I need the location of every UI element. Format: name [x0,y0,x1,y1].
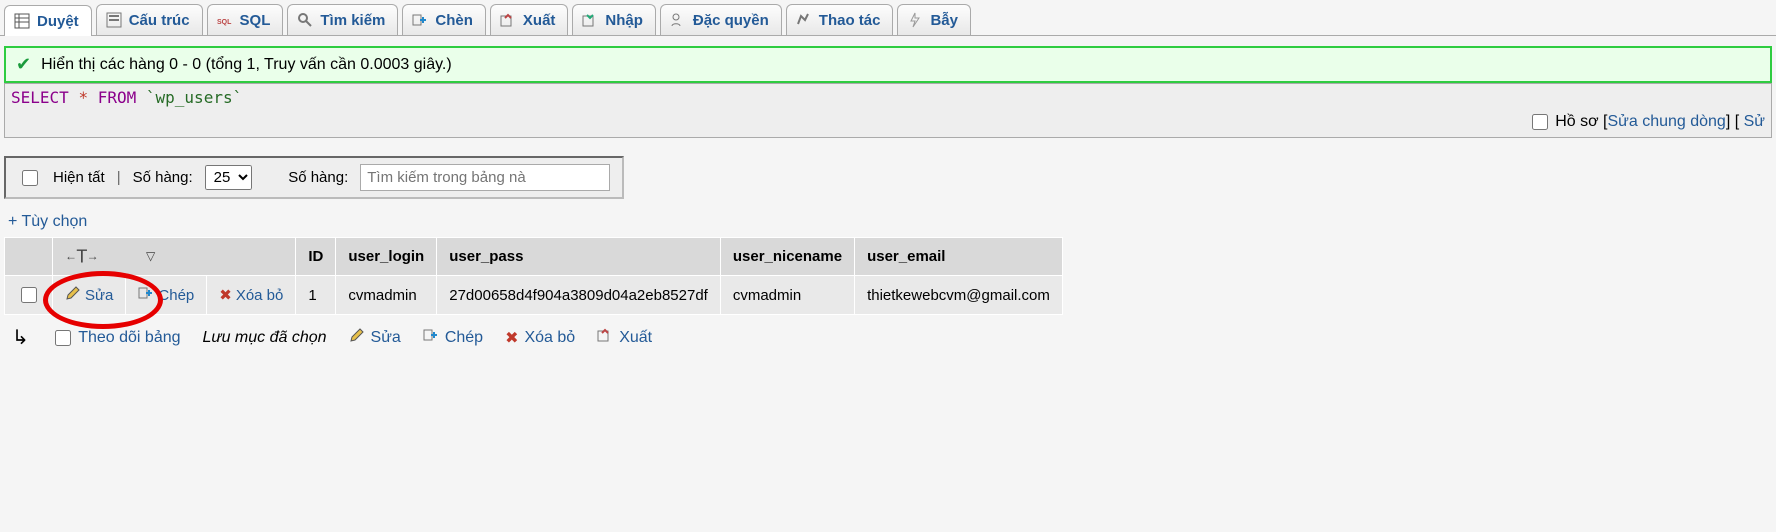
check-all-arrow-icon: ↳ [12,325,29,350]
check-all-label[interactable]: Theo dõi bảng [51,327,181,349]
tab-label: Xuất [523,12,556,29]
pencil-icon [65,285,81,305]
check-all-checkbox[interactable] [55,330,71,346]
col-id[interactable]: ID [296,238,336,276]
edit-inline-link[interactable]: Sửa chung dòng [1607,113,1725,130]
cell-user-pass: 27d00658d4f904a3809d04a2eb8527df [437,276,721,315]
footer-export-link[interactable]: Xuất [597,327,652,348]
rows-select[interactable]: 25 [205,165,252,190]
tab-label: SQL [240,12,271,29]
insert-icon [138,285,154,305]
table-icon [13,12,31,30]
tab-label: Tìm kiếm [320,12,385,29]
sort-arrows-icon[interactable]: ← T → ▽ [65,249,153,263]
insert-icon [423,327,439,348]
col-user-email[interactable]: user_email [855,238,1063,276]
col-user-login[interactable]: user_login [336,238,437,276]
table-row: Sửa Chép ✖ Xóa bỏ 1 cvmadmin 27d00658d4f… [5,276,1063,315]
triggers-icon [906,11,924,29]
show-all-label: Hiện tất [53,169,105,186]
cell-user-email: thietkewebcvm@gmail.com [855,276,1063,315]
cell-user-login: cvmadmin [336,276,437,315]
footer-actions: ↳ Theo dõi bảng Lưu mục đã chọn Sửa Chép… [12,325,1772,350]
tab-search[interactable]: Tìm kiếm [287,4,398,35]
tab-label: Bẫy [930,12,958,29]
pencil-icon [349,327,365,348]
edit-more-link[interactable]: Sử [1744,113,1765,130]
tab-export[interactable]: Xuất [490,4,569,35]
options-link[interactable]: + Tùy chọn [8,213,87,231]
sql-query-text: SELECT * FROM `wp_users` [11,88,1765,107]
toolbar-separator: | [117,169,121,186]
insert-icon [411,11,429,29]
footer-edit-link[interactable]: Sửa [349,327,401,348]
row-checkbox[interactable] [21,287,37,303]
rows-label: Số hàng: [133,169,193,186]
tab-structure[interactable]: Cấu trúc [96,4,203,35]
table-header-row: ← T → ▽ ID user_login user_pass user_nic… [5,238,1063,276]
privileges-icon [669,11,687,29]
tab-sql[interactable]: SQL SQL [207,4,284,35]
delete-icon: ✖ [219,286,232,304]
profile-label: Hồ sơ [1555,113,1598,130]
row-delete-link[interactable]: ✖ Xóa bỏ [219,286,283,304]
results-table: ← T → ▽ ID user_login user_pass user_nic… [4,237,1063,315]
tab-import[interactable]: Nhập [572,4,656,35]
tab-insert[interactable]: Chèn [402,4,486,35]
export-icon [597,327,613,348]
operations-icon [795,11,813,29]
check-icon: ✔ [16,54,31,75]
cell-id: 1 [296,276,336,315]
tab-label: Nhập [605,12,643,29]
filter-label: Số hàng: [288,169,348,186]
with-selected-label: Lưu mục đã chọn [203,329,327,347]
show-all-checkbox[interactable] [22,170,38,186]
filter-input[interactable] [360,164,610,191]
tabs-bar: Duyệt Cấu trúc SQL SQL Tìm kiếm Chèn Xuấ… [0,0,1776,36]
tab-triggers[interactable]: Bẫy [897,4,971,35]
structure-icon [105,11,123,29]
tab-browse[interactable]: Duyệt [4,5,92,36]
sql-query-box: SELECT * FROM `wp_users` Hồ sơ [Sửa chun… [4,83,1772,138]
col-user-pass[interactable]: user_pass [437,238,721,276]
tab-label: Chèn [435,12,473,29]
row-edit-link[interactable]: Sửa [65,285,113,305]
tab-privileges[interactable]: Đặc quyền [660,4,782,35]
tab-label: Cấu trúc [129,12,190,29]
footer-delete-link[interactable]: ✖ Xóa bỏ [505,328,575,348]
profile-checkbox[interactable] [1532,114,1548,130]
tab-label: Thao tác [819,12,881,29]
col-user-nicename[interactable]: user_nicename [720,238,854,276]
export-icon [499,11,517,29]
results-toolbar: Hiện tất | Số hàng: 25 Số hàng: [4,156,1772,199]
success-text: Hiển thị các hàng 0 - 0 (tổng 1, Truy vấ… [41,56,452,74]
tab-label: Đặc quyền [693,12,769,29]
sql-icon: SQL [216,11,234,29]
success-message: ✔ Hiển thị các hàng 0 - 0 (tổng 1, Truy … [4,46,1772,83]
search-icon [296,11,314,29]
delete-icon: ✖ [505,328,518,348]
cell-user-nicename: cvmadmin [720,276,854,315]
svg-text:SQL: SQL [217,19,232,26]
toolbar-box: Hiện tất | Số hàng: 25 Số hàng: [4,156,624,199]
tab-operations[interactable]: Thao tác [786,4,894,35]
import-icon [581,11,599,29]
tab-label: Duyệt [37,13,79,30]
footer-copy-link[interactable]: Chép [423,327,483,348]
row-copy-link[interactable]: Chép [138,285,194,305]
sql-meta-bar: Hồ sơ [Sửa chung dòng] [ Sử [11,111,1765,133]
